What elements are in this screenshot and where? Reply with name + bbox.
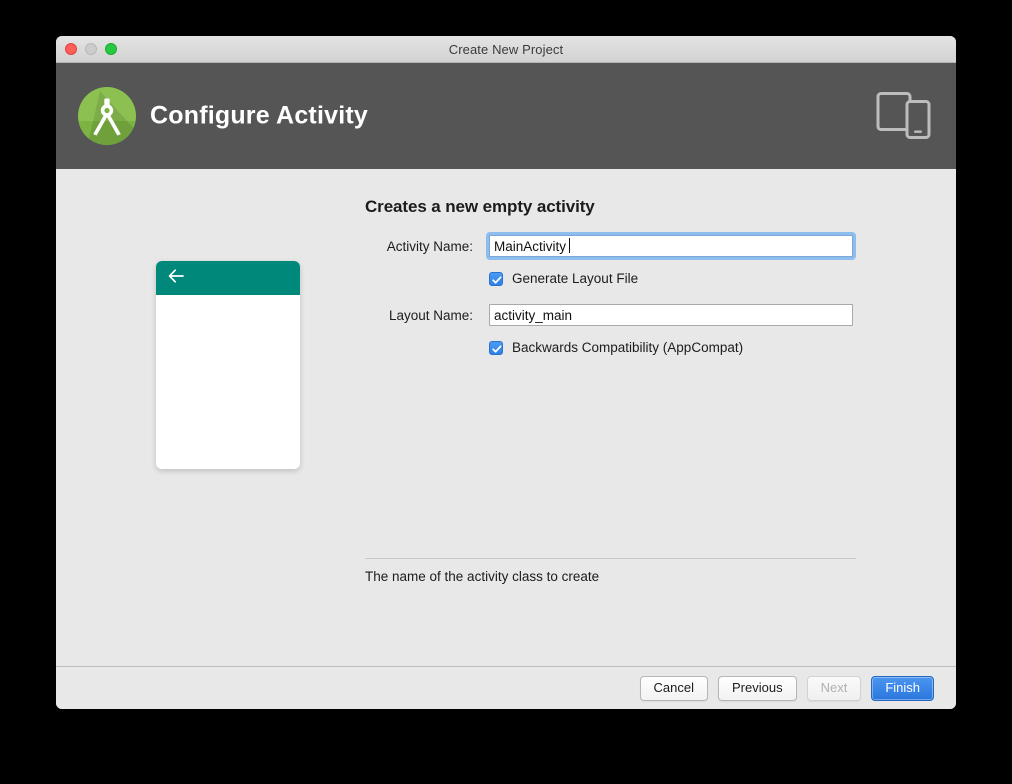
generate-layout-row[interactable]: Generate Layout File <box>365 271 865 286</box>
layout-name-label: Layout Name: <box>388 307 473 323</box>
preview-content-area <box>156 295 300 469</box>
activity-preview-card <box>156 261 300 469</box>
hint-text: The name of the activity class to create <box>365 569 600 584</box>
layout-name-field-wrapper <box>489 304 853 326</box>
android-studio-logo-icon <box>76 85 138 147</box>
window-title: Create New Project <box>448 41 564 57</box>
next-button: Next <box>806 676 862 701</box>
generate-layout-label: Generate Layout File <box>512 271 639 286</box>
maximize-button[interactable] <box>105 43 117 55</box>
generate-layout-checkbox[interactable] <box>489 271 503 286</box>
window-titlebar: Create New Project <box>56 36 956 63</box>
back-arrow-icon <box>168 268 185 288</box>
dialog-body: Creates a new empty activity Activity Na… <box>56 169 956 666</box>
previous-button[interactable]: Previous <box>718 676 797 701</box>
close-button[interactable] <box>65 43 77 55</box>
preview-appbar <box>156 261 300 295</box>
dialog-header-title: Configure Activity <box>150 101 368 130</box>
activity-name-input[interactable] <box>489 235 853 257</box>
layout-name-row: Layout Name: <box>365 304 865 326</box>
finish-button[interactable]: Finish <box>871 676 934 701</box>
dialog-footer: Cancel Previous Next Finish <box>56 666 956 709</box>
activity-name-label: Activity Name: <box>386 238 473 254</box>
activity-name-field-wrapper <box>486 232 856 260</box>
cancel-button[interactable]: Cancel <box>639 676 708 701</box>
window-controls <box>65 43 117 55</box>
hint-separator <box>365 558 856 559</box>
activity-name-row: Activity Name: <box>365 232 865 260</box>
create-new-project-dialog: Create New Project Configure Activity Cr… <box>56 36 956 709</box>
screen: Create New Project Configure Activity Cr… <box>0 0 1012 784</box>
backwards-compat-label: Backwards Compatibility (AppCompat) <box>512 340 744 355</box>
minimize-button[interactable] <box>85 43 97 55</box>
tablet-and-phone-icon <box>876 86 932 147</box>
configure-activity-form: Creates a new empty activity Activity Na… <box>365 169 865 355</box>
backwards-compat-row[interactable]: Backwards Compatibility (AppCompat) <box>365 340 865 355</box>
form-heading: Creates a new empty activity <box>365 197 595 216</box>
dialog-header: Configure Activity <box>56 63 956 169</box>
layout-name-input[interactable] <box>489 304 853 326</box>
backwards-compat-checkbox[interactable] <box>489 340 503 355</box>
text-caret <box>569 238 570 253</box>
